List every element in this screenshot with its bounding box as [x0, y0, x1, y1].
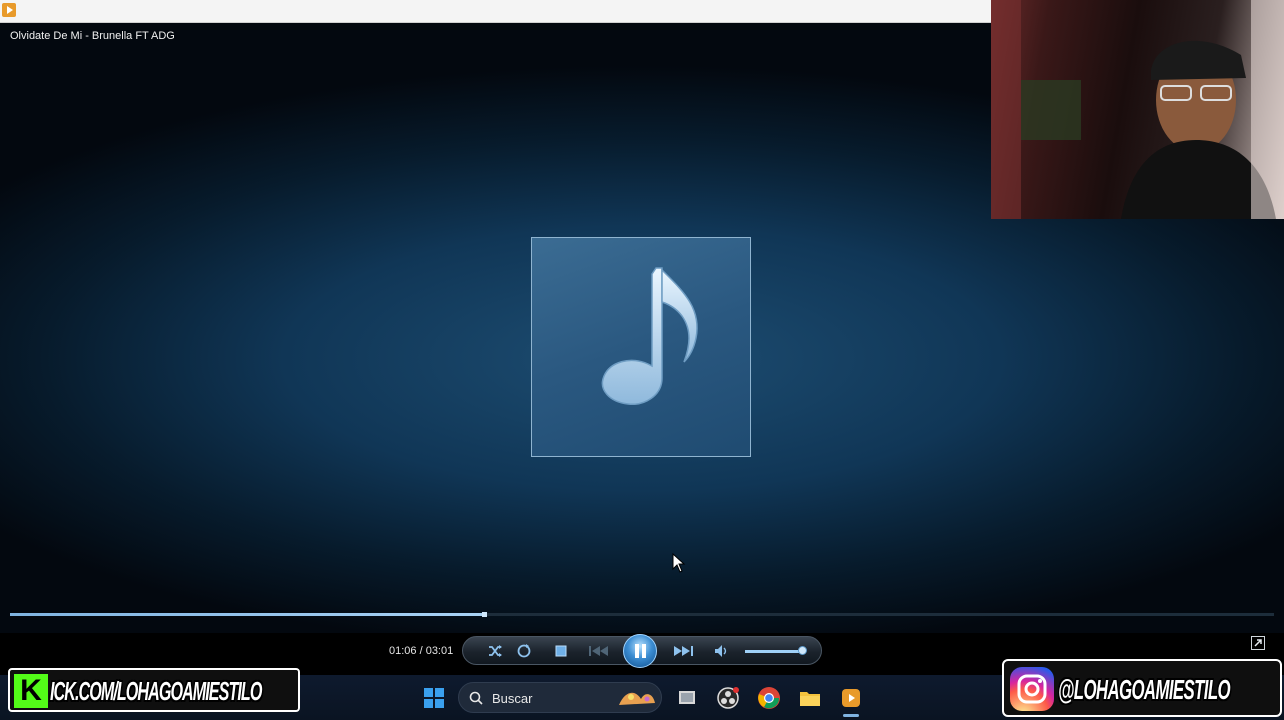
fullscreen-icon[interactable] — [1251, 636, 1265, 650]
search-icon — [469, 691, 483, 705]
shuffle-icon[interactable] — [487, 643, 503, 659]
widgets-icon — [619, 692, 655, 705]
stop-icon[interactable] — [553, 643, 569, 659]
time-display: 01:06 / 03:01 — [389, 645, 454, 657]
volume-slider[interactable] — [745, 646, 807, 655]
seek-bar-thumb[interactable] — [482, 612, 487, 617]
volume-thumb[interactable] — [798, 646, 807, 655]
music-note-icon — [601, 267, 698, 405]
media-player-icon[interactable] — [839, 686, 863, 710]
streamer-camera-image — [991, 0, 1284, 219]
seek-bar[interactable] — [10, 612, 1274, 617]
album-art-placeholder — [531, 237, 751, 457]
mouse-cursor-icon — [672, 553, 686, 573]
volume-icon[interactable] — [713, 643, 729, 659]
chrome-icon[interactable] — [757, 686, 781, 710]
webcam-overlay — [991, 0, 1284, 219]
active-app-indicator — [843, 714, 859, 717]
kick-channel-banner: K ICK.COM/LOHAGOAMIESTILO — [8, 668, 300, 712]
taskbar-search-box[interactable]: Buscar — [458, 682, 662, 713]
obs-icon[interactable] — [716, 686, 740, 710]
seek-bar-progress — [10, 613, 484, 616]
instagram-banner: @LOHAGOAMIESTILO — [1002, 659, 1282, 717]
search-placeholder: Buscar — [492, 691, 533, 706]
repeat-icon[interactable] — [516, 643, 532, 659]
kick-url-text: ICK.COM/LOHAGOAMIESTILO — [50, 676, 262, 706]
instagram-handle-text: @LOHAGOAMIESTILO — [1058, 674, 1231, 705]
media-player-app-icon — [2, 3, 16, 17]
task-view-icon[interactable] — [675, 686, 699, 710]
windows-start-icon[interactable] — [422, 686, 446, 710]
file-explorer-icon[interactable] — [798, 686, 822, 710]
volume-level — [745, 650, 802, 653]
previous-icon[interactable] — [587, 643, 611, 659]
track-title: Olvidate De Mi - Brunella FT ADG — [10, 30, 175, 42]
instagram-icon — [1010, 667, 1054, 711]
transport-controls — [462, 634, 822, 668]
kick-logo: K — [14, 674, 48, 708]
play-pause-button[interactable] — [623, 634, 657, 668]
next-icon[interactable] — [671, 643, 695, 659]
